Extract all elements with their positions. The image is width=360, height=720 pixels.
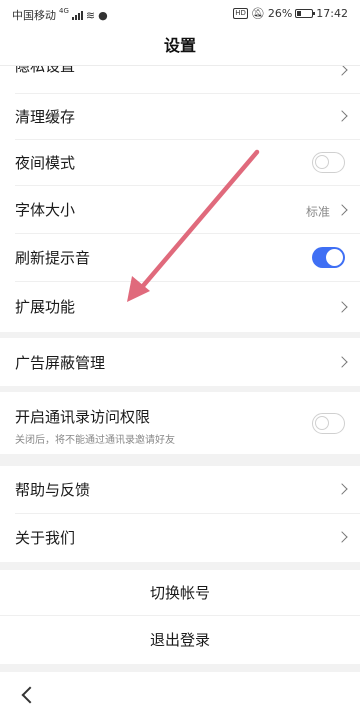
back-arrow-icon[interactable] — [21, 686, 39, 704]
settings-item-label: 广告屏蔽管理 — [15, 354, 106, 372]
settings-item-about[interactable]: 关于我们 — [0, 514, 360, 562]
page-title: 设置 — [0, 28, 360, 66]
settings-item-label: 帮助与反馈 — [15, 481, 91, 499]
hd-badge: HD — [233, 8, 248, 19]
logout-button[interactable]: 退出登录 — [0, 616, 360, 664]
battery-icon — [295, 9, 316, 18]
settings-item-refresh-sound: 刷新提示音 — [0, 234, 360, 282]
settings-item-ad-block[interactable]: 广告屏蔽管理 — [0, 338, 360, 386]
settings-item-extensions[interactable]: 扩展功能 — [0, 282, 360, 332]
chevron-right-icon — [336, 66, 348, 76]
chevron-right-icon — [336, 110, 348, 122]
bottom-nav — [0, 672, 360, 720]
settings-item-sublabel: 关闭后，将不能通过通讯录邀请好友 — [15, 435, 175, 446]
chevron-right-icon — [336, 531, 348, 543]
settings-item-label: 字体大小 — [15, 201, 76, 219]
carrier-name: 中国移动 — [12, 9, 56, 22]
status-left: 中国移动 4G ≋ ● — [12, 7, 108, 23]
settings-item-font-size[interactable]: 字体大小 标准 — [0, 186, 360, 234]
settings-item-label: 关于我们 — [15, 529, 76, 547]
mute-icon: 🔕︎ — [250, 7, 265, 20]
settings-item-label: 夜间模式 — [15, 154, 76, 172]
settings-item-help[interactable]: 帮助与反馈 — [0, 466, 360, 514]
settings-item-contacts-permission: 开启通讯录访问权限 关闭后，将不能通过通讯录邀请好友 — [0, 392, 360, 454]
wechat-icon: ● — [98, 8, 108, 22]
wifi-icon: ≋ — [85, 8, 96, 22]
font-size-value: 标准 — [305, 205, 330, 219]
chevron-right-icon — [336, 301, 348, 313]
chevron-right-icon — [336, 356, 348, 368]
settings-item-night-mode: 夜间模式 — [0, 140, 360, 186]
contacts-permission-toggle[interactable] — [312, 413, 345, 434]
settings-item-privacy[interactable]: 隐私设置 — [0, 66, 360, 94]
settings-item-label: 隐私设置 — [15, 66, 76, 75]
settings-item-label: 扩展功能 — [15, 298, 76, 316]
status-right: HD 🔕︎ 26% 17:42 — [233, 7, 348, 20]
signal-icon — [71, 10, 83, 20]
refresh-sound-toggle[interactable] — [312, 247, 345, 268]
settings-item-label: 开启通讯录访问权限 — [15, 408, 151, 426]
settings-item-label: 清理缓存 — [15, 108, 76, 126]
clock: 17:42 — [316, 7, 348, 20]
switch-account-label: 切换帐号 — [149, 584, 210, 602]
status-bar: 中国移动 4G ≋ ● HD 🔕︎ 26% 17:42 — [0, 0, 360, 28]
night-mode-toggle[interactable] — [312, 152, 345, 173]
logout-label: 退出登录 — [149, 631, 210, 649]
battery-percent: 26% — [267, 7, 293, 20]
settings-item-clear-cache[interactable]: 清理缓存 — [0, 94, 360, 140]
network-type: 4G — [59, 7, 69, 15]
switch-account-button[interactable]: 切换帐号 — [0, 570, 360, 616]
settings-item-label: 刷新提示音 — [15, 249, 91, 267]
chevron-right-icon — [336, 483, 348, 495]
chevron-right-icon — [336, 204, 348, 216]
